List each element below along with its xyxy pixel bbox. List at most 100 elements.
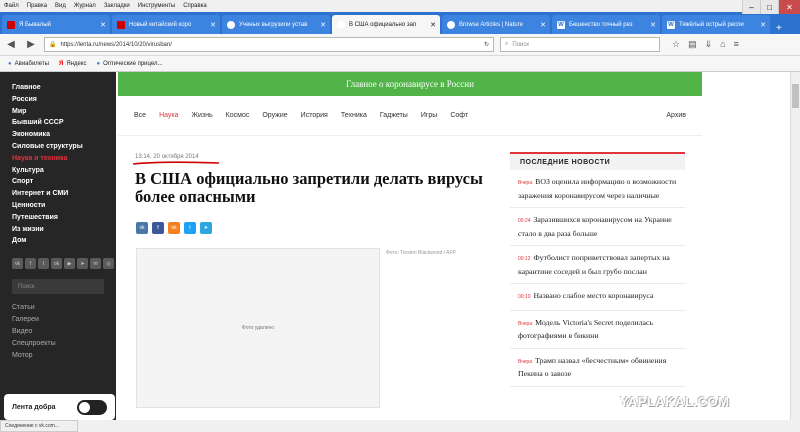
site-search-input[interactable]: Поиск	[12, 279, 104, 295]
category-tab[interactable]: Игры	[421, 112, 438, 119]
sidebar-item[interactable]: Из жизни	[12, 224, 116, 236]
category-tab[interactable]: Софт	[450, 112, 468, 119]
tab-close-icon[interactable]: ✕	[210, 21, 216, 29]
photo-placeholder-text: Фото удалено	[241, 325, 275, 331]
tab-close-icon[interactable]: ✕	[320, 21, 326, 29]
download-icon[interactable]: ⇓	[705, 39, 713, 50]
news-item[interactable]: Вчера ВОЗ оценила информацию о возможност…	[510, 170, 685, 208]
new-tab-button[interactable]: +	[772, 23, 786, 34]
odnoklassniki-icon[interactable]: ok	[51, 258, 62, 270]
sidebar-secondary-item[interactable]: Спецпроекты	[12, 338, 116, 350]
browser-tab[interactable]: Новый китайский коро ✕	[112, 15, 220, 34]
news-item[interactable]: Вчера Трамп назвал «бесчестным» обвинения…	[510, 349, 685, 387]
back-icon[interactable]: ◀	[4, 39, 18, 50]
browser-tab[interactable]: В США официально зап ✕	[332, 15, 440, 34]
telegram-icon[interactable]: ➤	[77, 258, 88, 270]
bookmark-item[interactable]: ● Оптические прицел...	[97, 61, 163, 67]
news-item[interactable]: 00:10 Названо слабое место коронавируса	[510, 284, 685, 311]
browser-tab[interactable]: Browse Articles | Nature ✕	[442, 15, 550, 34]
category-tab[interactable]: История	[301, 112, 328, 119]
facebook-icon[interactable]: f	[25, 258, 36, 270]
bookmark-item[interactable]: ● Авиабилеты	[8, 61, 49, 67]
tab-close-icon[interactable]: ✕	[650, 21, 656, 29]
tab-label: Бешенство точный рез	[569, 21, 633, 28]
sidebar-secondary-item[interactable]: Галереи	[12, 314, 116, 326]
youtube-icon[interactable]: ▶	[64, 258, 75, 270]
bookmark-icon: ●	[8, 60, 12, 67]
share-odnoklassniki-icon[interactable]: ok	[168, 222, 180, 234]
browser-tab[interactable]: W Тяжёлый острый респи ✕	[662, 15, 770, 34]
tab-close-icon[interactable]: ✕	[760, 21, 766, 29]
bookmark-star-icon[interactable]: ☆	[672, 39, 680, 50]
menu-item[interactable]: Инструменты	[138, 3, 175, 9]
bookmark-item[interactable]: Я Яндекс	[59, 61, 87, 67]
category-tab[interactable]: Космос	[226, 112, 250, 119]
home-icon[interactable]: ⌂	[720, 39, 725, 50]
sidebar-secondary-item[interactable]: Мотор	[12, 350, 116, 362]
sidebar-item[interactable]: Культура	[12, 165, 116, 177]
category-tab[interactable]: Жизнь	[192, 112, 213, 119]
category-tab[interactable]: Все	[134, 112, 146, 119]
sidebar-item[interactable]: Бывший СССР	[12, 117, 116, 129]
site-search-placeholder: Поиск	[18, 283, 35, 290]
category-tab[interactable]: Наука	[159, 112, 178, 119]
lenta-dobra-toggle[interactable]: Лента добра	[4, 394, 115, 420]
tab-close-icon[interactable]: ✕	[100, 21, 106, 29]
menu-item[interactable]: Справка	[183, 3, 207, 9]
archive-link[interactable]: Архив	[666, 112, 686, 119]
share-vk-icon[interactable]: vk	[136, 222, 148, 234]
search-field[interactable]: ⌕ Поиск	[500, 37, 660, 52]
instagram-icon[interactable]: ◎	[103, 258, 114, 270]
reading-list-icon[interactable]: ▤	[688, 39, 697, 50]
share-twitter-icon[interactable]: t	[184, 222, 196, 234]
close-button[interactable]: ✕	[778, 0, 800, 14]
page-scrollbar[interactable]	[790, 72, 800, 420]
browser-tab[interactable]: Я Бывалый ✕	[2, 15, 110, 34]
menu-item[interactable]: Правка	[27, 3, 47, 9]
tab-close-icon[interactable]: ✕	[430, 21, 436, 29]
sidebar-item[interactable]: Россия	[12, 94, 116, 106]
mail-icon[interactable]: ✉	[90, 258, 101, 270]
news-item[interactable]: 00:24 Заразившихся коронавирусом на Украи…	[510, 208, 685, 246]
sidebar-secondary-item[interactable]: Видео	[12, 326, 116, 338]
sidebar-secondary-item[interactable]: Статьи	[12, 302, 116, 314]
reload-icon[interactable]: ↻	[484, 41, 489, 48]
news-item[interactable]: Вчера Модель Victoria's Secret поделилась…	[510, 311, 685, 349]
tab-close-icon[interactable]: ✕	[540, 21, 546, 29]
address-bar[interactable]: 🔒 https://lenta.ru/news/2014/10/20/virus…	[44, 37, 494, 52]
sidebar-item[interactable]: Наука и техника	[12, 153, 116, 165]
sidebar-item[interactable]: Интернет и СМИ	[12, 188, 116, 200]
toggle-switch[interactable]	[77, 399, 107, 415]
menu-icon[interactable]: ≡	[734, 39, 739, 50]
tab-favicon-icon	[337, 20, 345, 29]
coronavirus-banner[interactable]: Главное о коронавирусе в России	[118, 72, 702, 96]
sidebar-item[interactable]: Путешествия	[12, 212, 116, 224]
menu-item[interactable]: Журнал	[74, 3, 96, 9]
web-page: Главное Россия Мир Бывший СССР Экономика Сило…	[0, 72, 790, 420]
sidebar-item[interactable]: Главное	[12, 82, 116, 94]
sidebar-item[interactable]: Мир	[12, 106, 116, 118]
browser-tab[interactable]: Ученых выгрузили устав ✕	[222, 15, 330, 34]
sidebar-item[interactable]: Экономика	[12, 129, 116, 141]
share-buttons: vk f ok t ➤	[136, 222, 212, 234]
sidebar-item[interactable]: Дом	[12, 235, 116, 247]
sidebar-item[interactable]: Ценности	[12, 200, 116, 212]
share-telegram-icon[interactable]: ➤	[200, 222, 212, 234]
category-tab[interactable]: Гаджеты	[380, 112, 408, 119]
sidebar-item[interactable]: Спорт	[12, 176, 116, 188]
menu-item[interactable]: Вид	[55, 3, 66, 9]
tab-favicon-icon	[447, 20, 455, 29]
menu-item[interactable]: Файл	[4, 3, 19, 9]
share-facebook-icon[interactable]: f	[152, 222, 164, 234]
browser-tab[interactable]: W Бешенство точный рез ✕	[552, 15, 660, 34]
category-tab[interactable]: Оружие	[262, 112, 287, 119]
forward-icon[interactable]: ▶	[24, 39, 38, 50]
news-item[interactable]: 00:12 Футболист поприветствовал запертых …	[510, 246, 685, 284]
category-tab[interactable]: Техника	[341, 112, 367, 119]
vk-icon[interactable]: vk	[12, 258, 23, 270]
maximize-button[interactable]: □	[760, 0, 778, 14]
sidebar-item[interactable]: Силовые структуры	[12, 141, 116, 153]
twitter-icon[interactable]: t	[38, 258, 49, 270]
minimize-button[interactable]: –	[742, 0, 760, 14]
menu-item[interactable]: Закладки	[104, 3, 130, 9]
